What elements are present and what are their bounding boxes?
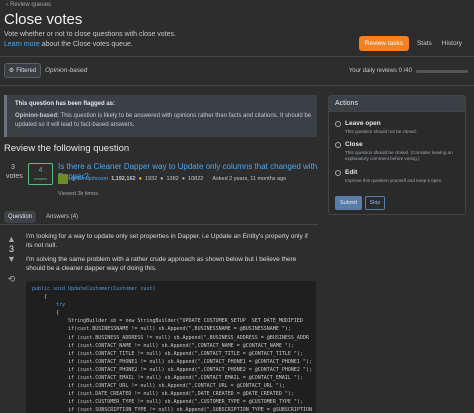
radio-icon[interactable] <box>335 170 341 176</box>
code-line: if (cust.CONTACT_EMAIL != null) sb.Appen… <box>32 375 303 382</box>
flag-heading: This question has been flagged as: <box>15 101 116 107</box>
user-rep: 1,192,162 <box>111 176 136 182</box>
page-title: Close votes <box>4 11 83 28</box>
daily-reviews: Your daily reviews 0 /40 <box>349 68 412 74</box>
learn-more-link[interactable]: Learn more <box>4 41 40 48</box>
code-line: if (cust.SUBSCRIPTION_TYPE != null) sb.A… <box>32 407 312 413</box>
user-card: @dundjohnson 1,192,162 ● 1932 ● 1382 ● 1082… <box>58 174 286 184</box>
upvote-icon[interactable]: ▲ <box>4 234 19 244</box>
radio-icon[interactable] <box>335 121 341 127</box>
question-tabs: Question Answers (4) <box>4 211 82 223</box>
tab-stats[interactable]: Stats <box>415 37 434 50</box>
history-icon[interactable]: ⟲ <box>4 274 19 285</box>
divider <box>0 85 474 86</box>
divider <box>0 224 318 225</box>
asked-date: Asked 2 years, 11 months ago <box>212 176 287 182</box>
question-paragraph: I'm looking for a way to update only set… <box>26 233 308 249</box>
code-line: { <box>32 310 60 317</box>
tab-answers[interactable]: Answers (4) <box>42 211 82 223</box>
flag-text: This question is likely to be answered w… <box>15 113 312 128</box>
option-desc: Improve this question yourself and keep … <box>345 178 443 183</box>
answer-count: 4 answers <box>28 163 53 185</box>
downvote-icon[interactable]: ▼ <box>4 254 19 264</box>
divider <box>0 56 474 57</box>
code-line: if(cust.BUSINESSNAME != null) sb.Append(… <box>32 326 291 333</box>
filter-button[interactable]: ⚙ Filtered <box>4 63 41 78</box>
question-paragraph: I'm solving the same problem with a rath… <box>26 256 297 272</box>
code-line: if (cust.CONTACT_URL != null) sb.Append(… <box>32 383 285 390</box>
answer-number: 4 <box>38 167 43 174</box>
bronze-count: 10822 <box>188 176 204 182</box>
code-line: StringBuilder sb = new StringBuilder("UP… <box>32 318 303 325</box>
option-desc: This question should be closed. (Conside… <box>345 150 453 161</box>
code-line: public void UpdateCustomer(Customer cust… <box>32 286 156 292</box>
daily-reviews-label: Your daily reviews <box>348 68 397 74</box>
code-line: if (cust.CONTACT_TITLE != null) sb.Appen… <box>32 350 303 357</box>
vote-count: 3 votes <box>6 163 23 181</box>
breadcrumb[interactable]: ‹ Review queues <box>6 2 51 8</box>
user-name[interactable]: @dundjohnson <box>71 176 108 182</box>
tab-question[interactable]: Question <box>4 211 37 223</box>
filter-button-label: Filtered <box>16 67 37 74</box>
skip-button[interactable]: Skip <box>365 196 385 210</box>
vote-label: votes <box>6 173 23 180</box>
bronze-badge-icon: ● <box>181 176 186 182</box>
silver-count: 1382 <box>166 176 179 182</box>
code-block: public void UpdateCustomer(Customer cust… <box>26 281 316 413</box>
flag-label: Opinion-based: <box>15 113 59 119</box>
avatar[interactable] <box>58 174 68 184</box>
flag-notice: This question has been flagged as: Opini… <box>4 95 317 137</box>
option-label: Edit <box>345 169 358 176</box>
tab-history[interactable]: History <box>440 37 464 50</box>
code-line: { <box>32 294 48 301</box>
vote-number: 3 <box>11 164 15 171</box>
review-heading: Review the following question <box>4 143 130 154</box>
view-count: Viewed 3k times <box>58 191 98 197</box>
code-line: try <box>32 302 66 309</box>
silver-badge-icon: ● <box>160 176 164 182</box>
option-label: Close <box>345 141 363 148</box>
submit-button[interactable]: Submit <box>335 196 362 210</box>
learn-more-rest: about the Close votes queue. <box>39 41 133 48</box>
flag-body: Opinion-based: This question is likely t… <box>15 112 315 130</box>
gear-icon: ⚙ <box>8 68 15 74</box>
code-line: if (cust.CONTACT_NAME != null) sb.Append… <box>32 342 294 349</box>
score: 3 <box>8 244 14 254</box>
code-line: if (cust.CONTACT_PHONE1 != null) sb.Appe… <box>32 358 312 365</box>
learn-more-text: Learn more about the Close votes queue. <box>4 41 133 48</box>
gold-count: 1932 <box>144 176 158 182</box>
option-desc: This question should not be closed. <box>345 129 418 134</box>
filter-tag: Opinion-based <box>45 67 88 74</box>
breadcrumb-label: Review queues <box>10 2 52 8</box>
daily-progress-bar <box>416 70 468 73</box>
gold-badge-icon: ● <box>138 176 142 182</box>
answer-label: answers <box>33 177 48 181</box>
code-line: if (cust.DATE_CREATED != null) sb.Append… <box>32 391 294 398</box>
page-subtitle: Vote whether or not to close questions w… <box>4 31 176 38</box>
queue-tabs: Review tasks Stats History <box>358 36 464 51</box>
chevron-left-icon: ‹ <box>6 2 8 8</box>
actions-heading: Actions <box>329 96 465 112</box>
code-line: if (cust.CONTACT_PHONE2 != null) sb.Appe… <box>32 366 312 373</box>
code-line: if (cust.CUSTOMER_TYPE != null) sb.Appen… <box>32 399 303 406</box>
vote-column: ▲ 3 ▼ ⟲ <box>4 226 19 285</box>
daily-reviews-value: 0 /40 <box>398 68 412 74</box>
radio-icon[interactable] <box>335 142 341 148</box>
tab-review-tasks[interactable]: Review tasks <box>358 36 409 51</box>
code-line: if (cust.BUSINESS_ADDRESS != null) sb.Ap… <box>32 334 309 341</box>
option-label: Leave open <box>345 120 381 127</box>
